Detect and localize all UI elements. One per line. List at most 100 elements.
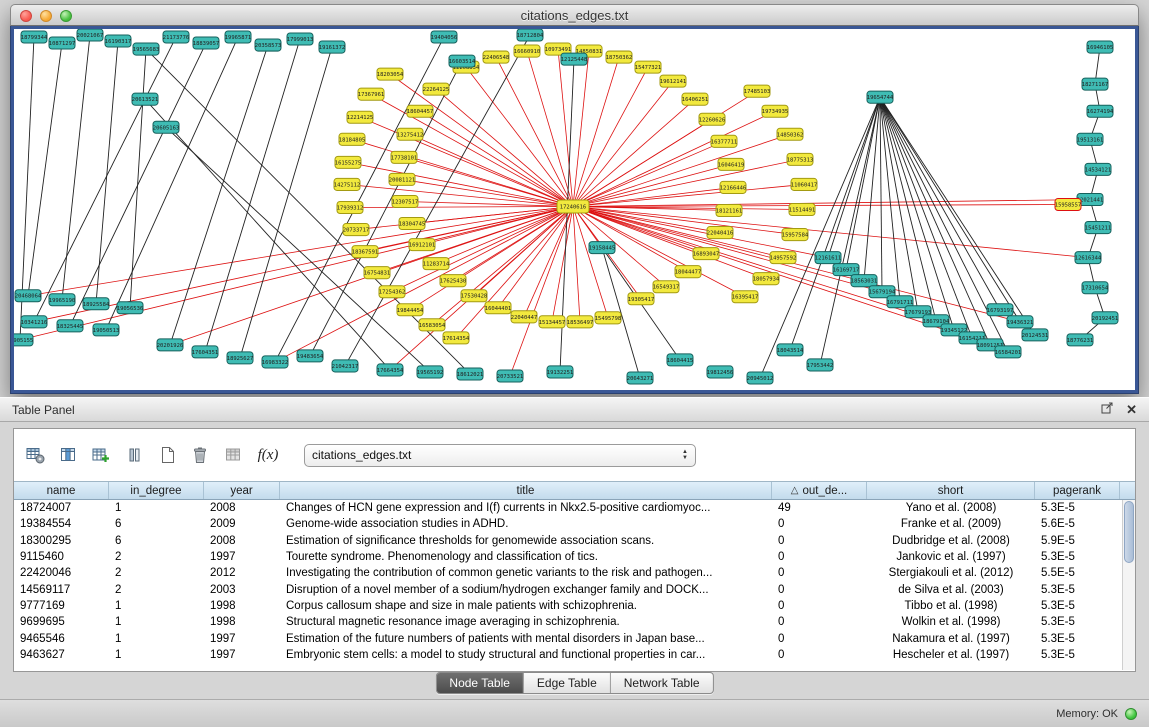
graph-node[interactable]: 19056536 [117, 302, 143, 314]
table-row[interactable]: 2242004622012Investigating the contribut… [14, 565, 1135, 581]
graph-node[interactable]: 16155275 [335, 156, 361, 168]
vertical-scrollbar[interactable] [1122, 500, 1135, 670]
graph-node[interactable]: 16983322 [262, 356, 288, 368]
tab-network-table[interactable]: Network Table [611, 673, 713, 693]
graph-node[interactable]: 19565683 [133, 43, 159, 55]
graph-node[interactable]: 18925627 [227, 352, 253, 364]
graph-node[interactable]: 16603514 [449, 55, 476, 67]
graph-node[interactable]: 18776231 [1067, 334, 1093, 346]
graph-node[interactable]: 19612141 [660, 75, 686, 87]
graph-node[interactable]: 16549317 [653, 281, 679, 293]
graph-node[interactable]: 16406251 [682, 93, 708, 105]
network-canvas[interactable]: 1724061618203054173679611221412518184805… [14, 29, 1135, 390]
table-panel-titlebar[interactable]: Table Panel ✕ [0, 397, 1149, 422]
graph-node[interactable]: 18612021 [457, 368, 483, 380]
graph-node[interactable]: 15905155 [14, 334, 33, 346]
new-table-icon[interactable] [154, 442, 180, 468]
column-header-pagerank[interactable]: pagerank [1035, 482, 1120, 499]
table-row[interactable]: 946362711997Embryonic stem cells: a mode… [14, 647, 1135, 663]
graph-node[interactable]: 16912101 [409, 239, 435, 251]
show-columns-icon[interactable] [55, 442, 81, 468]
graph-node[interactable]: 19132251 [547, 366, 573, 378]
tab-edge-table[interactable]: Edge Table [524, 673, 611, 693]
graph-node[interactable]: 18325445 [57, 320, 83, 332]
graph-node[interactable]: 16793197 [987, 304, 1013, 316]
column-bars-icon[interactable] [121, 442, 147, 468]
graph-node[interactable]: 20945012 [747, 372, 773, 384]
graph-node[interactable]: 16169717 [833, 264, 859, 276]
graph-node[interactable]: 20021067 [77, 29, 103, 41]
create-column-icon[interactable] [88, 442, 114, 468]
minimize-window-button[interactable] [40, 10, 52, 22]
graph-node[interactable]: 14850362 [777, 128, 803, 140]
graph-node[interactable]: 15495798 [595, 312, 621, 324]
graph-node[interactable]: 19436321 [1007, 316, 1033, 328]
graph-node[interactable]: 19050513 [93, 324, 119, 336]
table-row[interactable]: 969969511998Structural magnetic resonanc… [14, 614, 1135, 630]
graph-node[interactable]: 12616344 [1075, 252, 1102, 264]
graph-node[interactable]: 13275412 [397, 128, 423, 140]
graph-node[interactable]: 18203054 [377, 68, 404, 80]
graph-node[interactable]: 15134457 [539, 316, 565, 328]
graph-node[interactable]: 22040416 [707, 227, 733, 239]
graph-node[interactable]: 11060417 [791, 178, 817, 190]
graph-node[interactable]: 16395417 [732, 291, 758, 303]
graph-node[interactable]: 20733717 [343, 224, 369, 236]
graph-node[interactable]: 20358573 [255, 39, 281, 51]
column-header-out_degree[interactable]: △out_de... [772, 482, 867, 499]
graph-node[interactable]: 18775313 [787, 153, 813, 165]
graph-node[interactable]: 15451211 [1085, 222, 1111, 234]
graph-node[interactable]: 20192451 [1092, 312, 1118, 324]
import-table-icon[interactable] [220, 442, 246, 468]
graph-node[interactable]: 20613521 [132, 93, 158, 105]
graph-node[interactable]: 12125448 [561, 53, 587, 65]
graph-node[interactable]: 12307517 [392, 195, 418, 207]
graph-node[interactable]: 21173776 [163, 31, 189, 43]
graph-node[interactable]: 18043514 [777, 344, 804, 356]
graph-node[interactable]: 16044401 [485, 302, 511, 314]
close-window-button[interactable] [20, 10, 32, 22]
column-header-year[interactable]: year [204, 482, 280, 499]
table-row[interactable]: 946554611997Estimation of the future num… [14, 630, 1135, 646]
graph-node[interactable]: 16377711 [711, 135, 737, 147]
graph-node[interactable]: 17485103 [744, 85, 770, 97]
graph-node[interactable]: 11283714 [423, 258, 450, 270]
graph-node[interactable]: 16274194 [1087, 105, 1114, 117]
graph-node[interactable]: 14275112 [334, 178, 360, 190]
tab-node-table[interactable]: Node Table [436, 673, 524, 693]
graph-node[interactable]: 17530428 [461, 290, 487, 302]
float-panel-icon[interactable] [1101, 401, 1114, 419]
graph-node[interactable]: 20733521 [497, 370, 523, 382]
table-row[interactable]: 911546021997Tourette syndrome. Phenomeno… [14, 549, 1135, 565]
graph-node[interactable]: 18799344 [21, 31, 48, 43]
table-row[interactable]: 1456911722003Disruption of a novel membe… [14, 581, 1135, 597]
graph-node[interactable]: 17625430 [440, 275, 466, 287]
graph-node[interactable]: 18536497 [567, 316, 593, 328]
table-select[interactable]: citations_edges.txt ▲▼ [304, 444, 696, 467]
graph-node[interactable]: 14534121 [1085, 163, 1111, 175]
graph-node[interactable]: 19305417 [628, 293, 654, 305]
graph-node[interactable]: 17664354 [377, 364, 404, 376]
graph-node[interactable]: 18604457 [407, 105, 433, 117]
graph-node[interactable]: 14957592 [770, 252, 796, 264]
graph-node[interactable]: 10341216 [21, 316, 47, 328]
graph-node[interactable]: 19844454 [397, 304, 424, 316]
graph-node[interactable]: 16046419 [718, 158, 744, 170]
graph-node[interactable]: 18925584 [83, 298, 110, 310]
graph-node[interactable]: 18057934 [753, 273, 780, 285]
graph-node[interactable]: 20081121 [389, 173, 415, 185]
graph-node[interactable]: 22264125 [423, 83, 449, 95]
column-header-in_degree[interactable]: in_degree [109, 482, 204, 499]
graph-node[interactable]: 19654744 [867, 91, 894, 103]
graph-node[interactable]: 16584201 [995, 346, 1021, 358]
graph-node[interactable]: 19734935 [762, 105, 788, 117]
graph-node[interactable]: 18604415 [667, 354, 693, 366]
zoom-window-button[interactable] [60, 10, 72, 22]
table-mode-icon[interactable] [22, 442, 48, 468]
graph-node[interactable]: 17614354 [443, 332, 470, 344]
graph-node[interactable]: 18367591 [352, 246, 378, 258]
graph-node[interactable]: 15958557 [1055, 198, 1081, 210]
graph-node[interactable]: 16754831 [364, 267, 390, 279]
graph-node[interactable]: 19812456 [707, 366, 733, 378]
graph-node[interactable]: 18271167 [1082, 78, 1108, 90]
